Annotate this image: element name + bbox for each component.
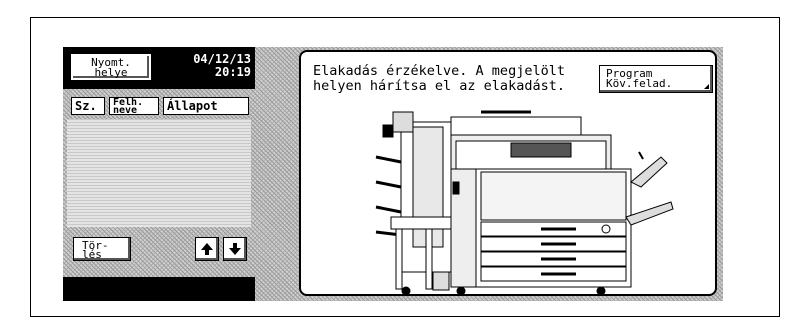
bottom-bar xyxy=(63,277,255,301)
job-location-button[interactable]: Nyomt. helye xyxy=(70,53,152,81)
status-bar: Nyomt. helye 04/12/13 20:19 xyxy=(63,47,255,89)
job-panel: Nyomt. helye 04/12/13 20:19 Sz. Felh. ne… xyxy=(63,47,255,301)
control-panel-screen: Nyomt. helye 04/12/13 20:19 Sz. Felh. ne… xyxy=(63,47,723,301)
column-header-status: Állapot xyxy=(163,97,249,115)
arrow-up-icon xyxy=(201,243,213,255)
column-header-user-label: Felh. neve xyxy=(113,97,144,116)
column-header-number: Sz. xyxy=(71,97,105,115)
job-location-label-2: helye xyxy=(94,66,128,79)
datetime: 04/12/13 20:19 xyxy=(167,53,251,79)
delete-button[interactable]: Tör- lés xyxy=(73,237,131,261)
jam-message: Elakadás érzékelve. A megjelölt helyen h… xyxy=(313,63,565,94)
arrow-down-icon xyxy=(229,243,241,255)
column-header-user: Felh. neve xyxy=(109,97,159,116)
scroll-down-button[interactable] xyxy=(223,237,247,261)
program-label-2: Köv.felad. xyxy=(606,77,673,90)
job-list xyxy=(67,119,251,227)
program-next-job-button[interactable]: Program Köv.felad. xyxy=(599,65,713,93)
copier-jam-illustration xyxy=(375,110,674,296)
time-text: 20:19 xyxy=(214,65,251,79)
message-panel: Elakadás érzékelve. A megjelölt helyen h… xyxy=(299,50,717,296)
scroll-up-button[interactable] xyxy=(195,237,219,261)
